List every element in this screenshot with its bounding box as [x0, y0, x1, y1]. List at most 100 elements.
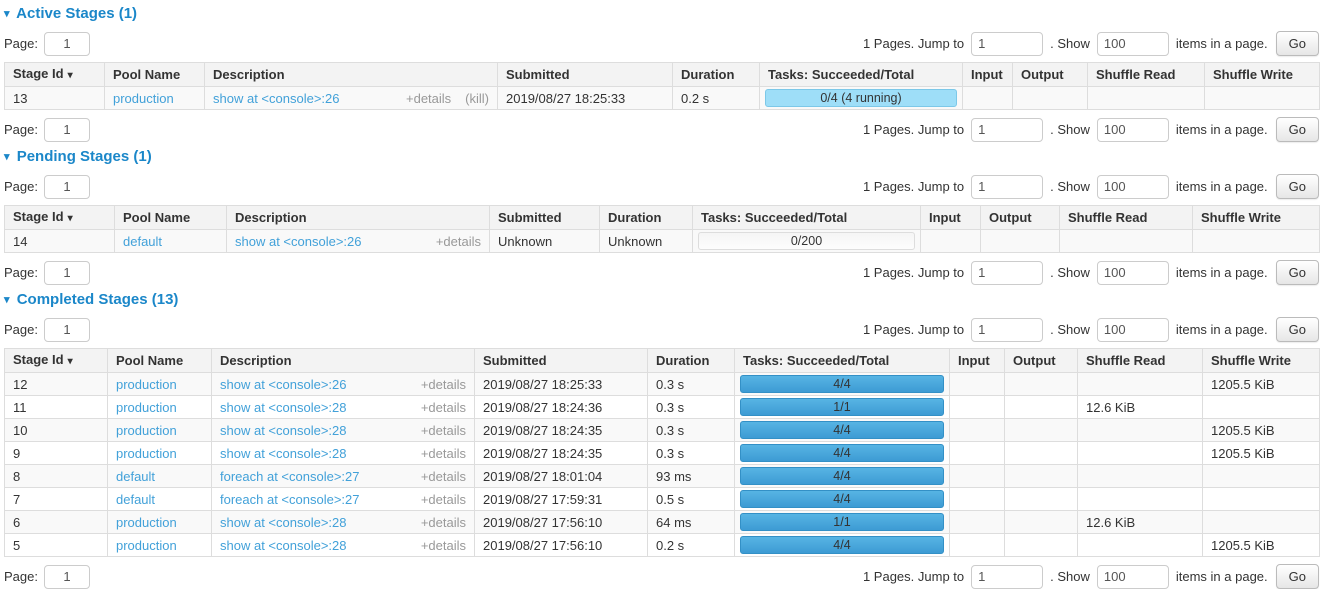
page-input[interactable]	[44, 565, 90, 589]
column-header-output[interactable]: Output	[1005, 349, 1078, 373]
column-header-tasks-succeeded-total[interactable]: Tasks: Succeeded/Total	[693, 206, 921, 230]
shuffle-write-cell	[1205, 87, 1320, 110]
column-header-duration[interactable]: Duration	[600, 206, 693, 230]
go-button[interactable]: Go	[1276, 260, 1319, 285]
column-header-pool-name[interactable]: Pool Name	[115, 206, 227, 230]
stage-description-link[interactable]: show at <console>:28	[220, 400, 346, 415]
details-toggle[interactable]: +details	[421, 446, 466, 461]
column-header-input[interactable]: Input	[950, 349, 1005, 373]
pool-name-link[interactable]: production	[116, 400, 177, 415]
go-button[interactable]: Go	[1276, 117, 1319, 142]
column-header-description[interactable]: Description	[212, 349, 475, 373]
stage-description-link[interactable]: foreach at <console>:27	[220, 492, 360, 507]
column-header-submitted[interactable]: Submitted	[490, 206, 600, 230]
jump-to-input[interactable]	[971, 118, 1043, 142]
details-toggle[interactable]: +details	[421, 377, 466, 392]
stage-description-link[interactable]: show at <console>:28	[220, 423, 346, 438]
output-cell	[1005, 442, 1078, 465]
column-header-shuffle-read[interactable]: Shuffle Read	[1078, 349, 1203, 373]
show-label: . Show	[1050, 122, 1090, 137]
column-header-tasks-succeeded-total[interactable]: Tasks: Succeeded/Total	[735, 349, 950, 373]
column-header-output[interactable]: Output	[981, 206, 1060, 230]
section-header-pending[interactable]: ▾ Pending Stages (1)	[4, 148, 1319, 165]
pool-name-link[interactable]: production	[116, 515, 177, 530]
column-header-output[interactable]: Output	[1013, 63, 1088, 87]
go-button[interactable]: Go	[1276, 174, 1319, 199]
submitted-cell: 2019/08/27 17:59:31	[475, 488, 648, 511]
page-input[interactable]	[44, 32, 90, 56]
column-header-shuffle-read[interactable]: Shuffle Read	[1088, 63, 1205, 87]
output-cell	[1005, 511, 1078, 534]
details-toggle[interactable]: +details	[436, 234, 481, 249]
table-row: 10productionshow at <console>:28+details…	[5, 419, 1320, 442]
stage-description-link[interactable]: show at <console>:28	[220, 515, 346, 530]
pool-name-link[interactable]: default	[123, 234, 162, 249]
page-input[interactable]	[44, 175, 90, 199]
column-header-input[interactable]: Input	[963, 63, 1013, 87]
go-button[interactable]: Go	[1276, 317, 1319, 342]
column-header-submitted[interactable]: Submitted	[498, 63, 673, 87]
column-header-shuffle-read[interactable]: Shuffle Read	[1060, 206, 1193, 230]
column-header-shuffle-write[interactable]: Shuffle Write	[1193, 206, 1320, 230]
shuffle-read-cell: 12.6 KiB	[1078, 511, 1203, 534]
jump-to-input[interactable]	[971, 565, 1043, 589]
collapse-arrow-icon: ▾	[4, 151, 10, 163]
details-toggle[interactable]: +details	[421, 538, 466, 553]
jump-to-input[interactable]	[971, 32, 1043, 56]
column-header-pool-name[interactable]: Pool Name	[108, 349, 212, 373]
pool-name-link[interactable]: production	[113, 91, 174, 106]
pool-name-link[interactable]: production	[116, 377, 177, 392]
column-header-stage-id[interactable]: Stage Id▾	[5, 349, 108, 373]
show-input[interactable]	[1097, 32, 1169, 56]
column-header-duration[interactable]: Duration	[673, 63, 760, 87]
section-header-active[interactable]: ▾ Active Stages (1)	[4, 5, 1319, 22]
stage-description-link[interactable]: show at <console>:26	[213, 91, 339, 106]
show-input[interactable]	[1097, 261, 1169, 285]
stage-description-link[interactable]: foreach at <console>:27	[220, 469, 360, 484]
output-cell	[1005, 465, 1078, 488]
stage-description-link[interactable]: show at <console>:28	[220, 446, 346, 461]
stage-description-link[interactable]: show at <console>:28	[220, 538, 346, 553]
stage-description-link[interactable]: show at <console>:26	[220, 377, 346, 392]
details-toggle[interactable]: +details	[421, 423, 466, 438]
pool-name-link[interactable]: production	[116, 423, 177, 438]
show-input[interactable]	[1097, 175, 1169, 199]
details-toggle[interactable]: +details	[406, 91, 451, 106]
jump-to-input[interactable]	[971, 318, 1043, 342]
page-input[interactable]	[44, 118, 90, 142]
stage-description-link[interactable]: show at <console>:26	[235, 234, 361, 249]
column-header-shuffle-write[interactable]: Shuffle Write	[1203, 349, 1320, 373]
pool-name-link[interactable]: production	[116, 446, 177, 461]
column-header-stage-id[interactable]: Stage Id▾	[5, 63, 105, 87]
column-header-stage-id[interactable]: Stage Id▾	[5, 206, 115, 230]
description-wrap: show at <console>:26 +details (kill)	[213, 91, 489, 106]
column-header-description[interactable]: Description	[205, 63, 498, 87]
jump-to-input[interactable]	[971, 175, 1043, 199]
column-header-pool-name[interactable]: Pool Name	[105, 63, 205, 87]
show-input[interactable]	[1097, 318, 1169, 342]
section-header-completed[interactable]: ▾ Completed Stages (13)	[4, 291, 1319, 308]
page-input[interactable]	[44, 318, 90, 342]
details-toggle[interactable]: +details	[421, 492, 466, 507]
column-header-description[interactable]: Description	[227, 206, 490, 230]
pool-name-link[interactable]: production	[116, 538, 177, 553]
details-toggle[interactable]: +details	[421, 469, 466, 484]
details-toggle[interactable]: +details	[421, 515, 466, 530]
go-button[interactable]: Go	[1276, 564, 1319, 589]
go-button[interactable]: Go	[1276, 31, 1319, 56]
column-header-duration[interactable]: Duration	[648, 349, 735, 373]
description-wrap: show at <console>:28 +details	[220, 515, 466, 530]
column-header-shuffle-write[interactable]: Shuffle Write	[1205, 63, 1320, 87]
column-header-submitted[interactable]: Submitted	[475, 349, 648, 373]
show-input[interactable]	[1097, 118, 1169, 142]
column-header-tasks-succeeded-total[interactable]: Tasks: Succeeded/Total	[760, 63, 963, 87]
show-input[interactable]	[1097, 565, 1169, 589]
jump-to-input[interactable]	[971, 261, 1043, 285]
pool-name-link[interactable]: default	[116, 492, 155, 507]
page-input[interactable]	[44, 261, 90, 285]
details-toggle[interactable]: +details	[421, 400, 466, 415]
kill-link[interactable]: (kill)	[465, 91, 489, 106]
input-cell	[950, 419, 1005, 442]
pool-name-link[interactable]: default	[116, 469, 155, 484]
column-header-input[interactable]: Input	[921, 206, 981, 230]
